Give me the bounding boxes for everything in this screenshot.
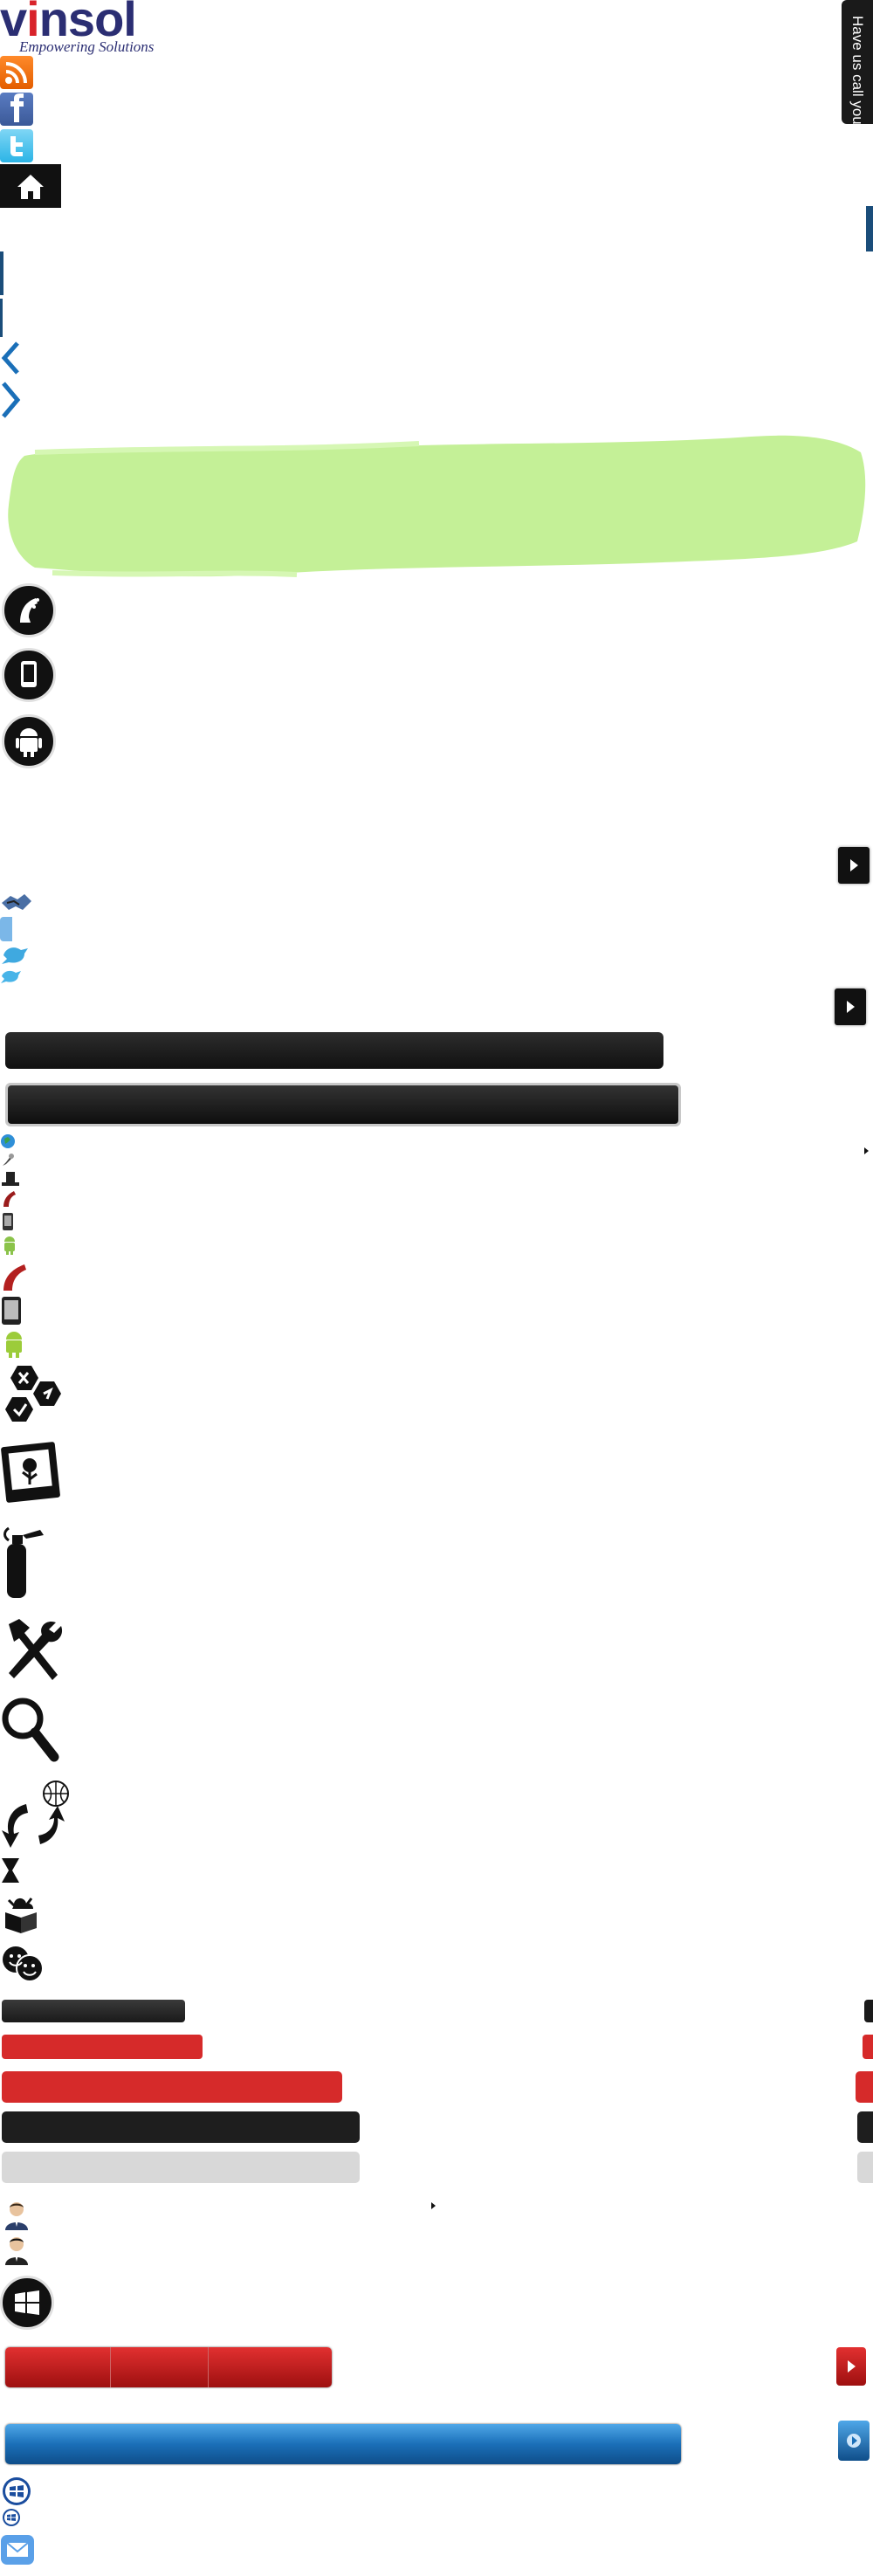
cloud-box-icon bbox=[0, 1895, 40, 1935]
android-medium-icon bbox=[0, 1329, 28, 1360]
small-arrow-marker[interactable] bbox=[864, 1147, 870, 1154]
next-button-1[interactable] bbox=[838, 847, 870, 884]
green-paint-banner bbox=[0, 426, 873, 582]
progress-track-3 bbox=[0, 2071, 873, 2103]
side-handle-right[interactable] bbox=[866, 206, 873, 251]
twitter-icon[interactable] bbox=[0, 129, 33, 162]
progress-bar-3-end bbox=[856, 2071, 873, 2103]
dark-bar-2 bbox=[8, 1085, 678, 1124]
have-us-call-you-tab[interactable]: Have us call you bbox=[842, 0, 873, 125]
windows-icon bbox=[0, 2276, 54, 2330]
windows-small-icon-2 bbox=[2, 2508, 21, 2527]
blue-next-button[interactable] bbox=[838, 2421, 870, 2461]
tablet-icon bbox=[0, 1296, 23, 1326]
progress-track-2 bbox=[0, 2035, 873, 2059]
hexagon-tools-icon bbox=[0, 1364, 70, 1434]
progress-bar-1-end bbox=[864, 2000, 873, 2022]
facebook-icon[interactable] bbox=[0, 93, 33, 126]
logo-tagline: Empowering Solutions bbox=[19, 38, 155, 55]
progress-bar-3 bbox=[2, 2071, 342, 2103]
blue-toolbar-bar bbox=[5, 2424, 681, 2464]
facebook-small-icon[interactable] bbox=[0, 917, 17, 941]
photo-flower-icon bbox=[0, 1439, 66, 1509]
twitter-bird-icon[interactable] bbox=[0, 943, 30, 966]
windows-small-icon-1 bbox=[2, 2476, 31, 2506]
progress-track-1 bbox=[0, 2000, 873, 2022]
slider-next-arrow[interactable] bbox=[0, 381, 23, 419]
dark-bar-1 bbox=[5, 1032, 663, 1069]
have-us-call-you-label: Have us call you bbox=[849, 16, 866, 125]
user-avatar-1 bbox=[3, 2201, 30, 2230]
home-icon bbox=[17, 175, 44, 199]
mobile-device-icon bbox=[2, 648, 56, 702]
progress-track-4 bbox=[0, 2111, 873, 2143]
progress-bar-4-end bbox=[857, 2111, 873, 2143]
tiny-arrow-marker[interactable] bbox=[431, 2202, 436, 2209]
rss-icon[interactable] bbox=[0, 56, 33, 89]
twitter-small-icon[interactable] bbox=[0, 968, 23, 985]
user-avatar-2 bbox=[3, 2235, 30, 2265]
red-next-button[interactable] bbox=[836, 2347, 866, 2386]
slider-indicator-1[interactable] bbox=[0, 251, 3, 295]
rails-icon bbox=[2, 583, 56, 637]
pen-tool-icon bbox=[0, 1153, 16, 1168]
progress-bar-2 bbox=[2, 2035, 203, 2059]
progress-bar-4 bbox=[2, 2111, 360, 2143]
progress-bar-1 bbox=[2, 2000, 185, 2022]
android-small-icon bbox=[0, 1235, 19, 1256]
progress-bar-5 bbox=[2, 2152, 360, 2183]
magnifier-icon bbox=[0, 1696, 59, 1766]
smiley-faces-icon bbox=[0, 1944, 47, 1986]
hammer-wrench-icon bbox=[0, 1615, 66, 1689]
home-button[interactable] bbox=[0, 164, 61, 208]
rails-medium-icon bbox=[0, 1263, 30, 1292]
hat-icon bbox=[0, 1170, 21, 1188]
hourglass-icon bbox=[0, 1856, 21, 1884]
fire-extinguisher-icon bbox=[0, 1525, 52, 1601]
android-icon bbox=[2, 714, 56, 768]
red-toolbar-bar bbox=[5, 2347, 332, 2387]
next-button-2[interactable] bbox=[835, 988, 866, 1025]
progress-track-5 bbox=[0, 2152, 873, 2183]
mail-icon[interactable] bbox=[0, 2532, 35, 2567]
progress-bar-2-end bbox=[863, 2035, 873, 2059]
slider-indicator-2[interactable] bbox=[0, 299, 3, 337]
progress-bar-5-end bbox=[857, 2152, 873, 2183]
handshake-icon bbox=[0, 891, 33, 913]
rails-small-icon bbox=[0, 1189, 19, 1209]
phone-small-icon bbox=[0, 1212, 16, 1231]
globe-icon bbox=[0, 1133, 16, 1149]
dark-bar-2-frame bbox=[5, 1083, 681, 1126]
globe-arrows-icon bbox=[0, 1778, 73, 1851]
slider-prev-arrow[interactable] bbox=[0, 341, 23, 375]
